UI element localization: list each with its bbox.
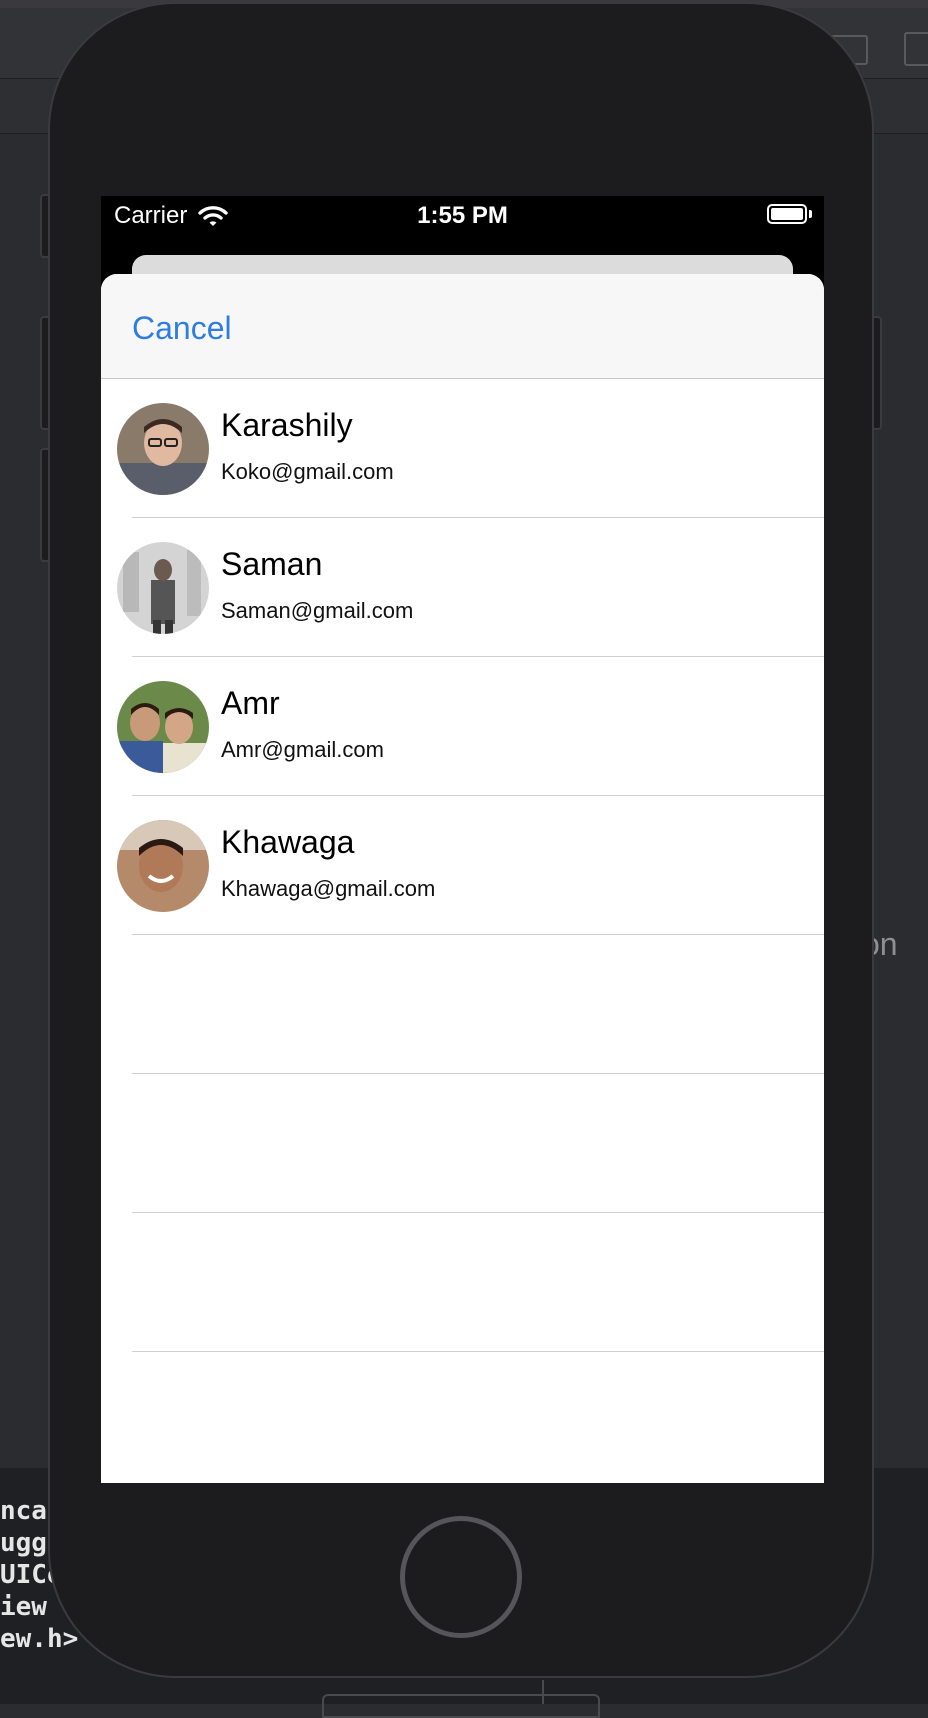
cancel-button[interactable]: Cancel	[132, 310, 232, 347]
contact-email: Khawaga@gmail.com	[221, 876, 436, 901]
contact-row[interactable]: Khawaga Khawaga@gmail.com	[101, 796, 824, 935]
avatar	[117, 820, 209, 912]
empty-row	[101, 1352, 824, 1483]
status-bar: Carrier 1:55 PM	[101, 196, 824, 236]
home-button[interactable]	[400, 1516, 522, 1638]
contact-email: Koko@gmail.com	[221, 459, 394, 484]
contact-name: Amr	[221, 685, 280, 721]
battery-nub	[809, 210, 812, 218]
contact-email: Amr@gmail.com	[221, 737, 384, 762]
navigation-bar: Cancel	[101, 274, 824, 379]
contacts-list: Karashily Koko@gmail.com Saman Saman@gma…	[101, 379, 824, 1483]
battery-icon	[767, 204, 807, 224]
status-time: 1:55 PM	[417, 202, 508, 229]
contact-row[interactable]: Saman Saman@gmail.com	[101, 518, 824, 657]
empty-row	[101, 935, 824, 1074]
contact-name: Khawaga	[221, 824, 355, 860]
contact-name: Saman	[221, 546, 323, 582]
contact-row[interactable]: Karashily Koko@gmail.com	[101, 379, 824, 518]
empty-row	[101, 1074, 824, 1213]
contact-name: Karashily	[221, 407, 353, 443]
avatar	[117, 681, 209, 773]
device-screen: Carrier 1:55 PM Cancel Karashily Koko@gm…	[101, 196, 824, 1483]
ide-bottom-tab	[322, 1694, 600, 1718]
contact-picker-sheet: Cancel Karashily Koko@gmail.com Saman Sa…	[101, 274, 824, 1483]
avatar	[117, 542, 209, 634]
contact-row[interactable]: Amr Amr@gmail.com	[101, 657, 824, 796]
avatar	[117, 403, 209, 495]
empty-row	[101, 1213, 824, 1352]
contact-email: Saman@gmail.com	[221, 598, 414, 623]
ide-toolbar-button[interactable]	[904, 32, 928, 66]
